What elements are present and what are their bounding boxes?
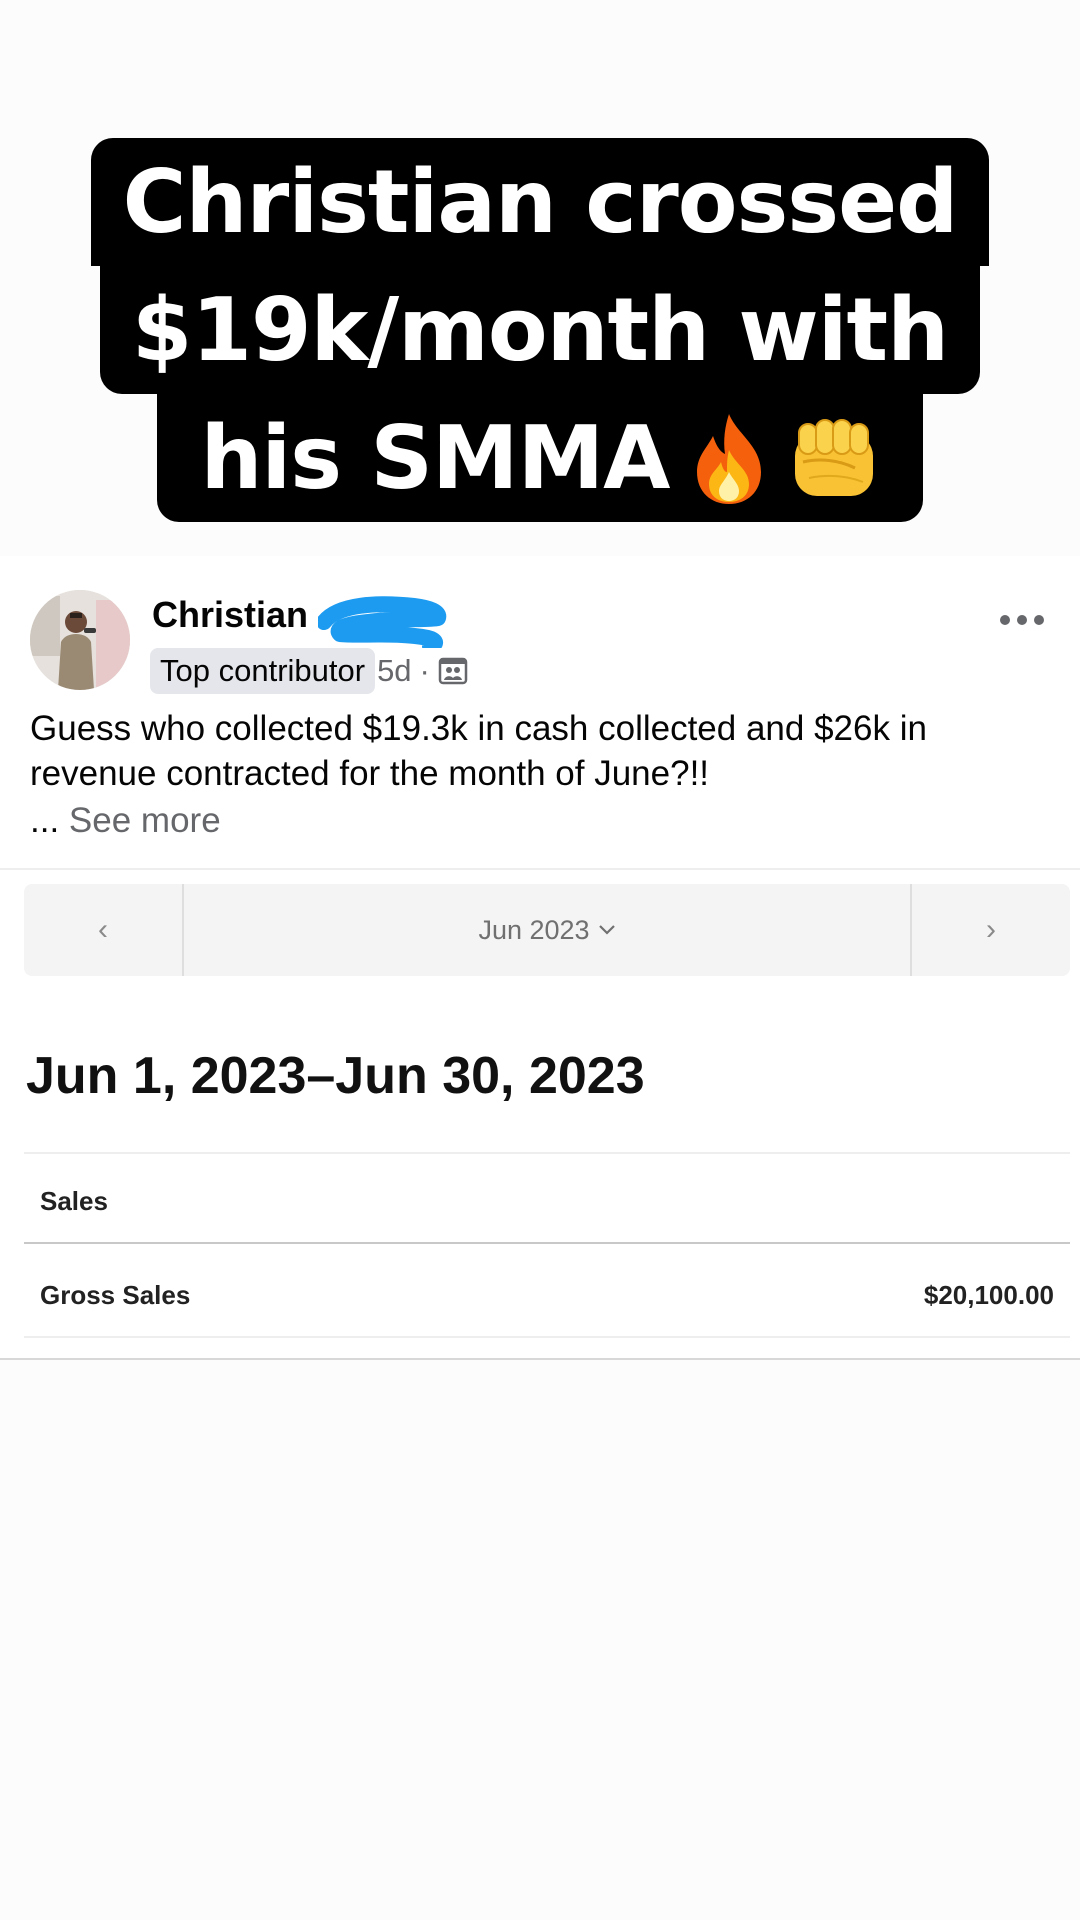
group-icon — [438, 656, 468, 686]
meta-separator: · — [419, 653, 430, 688]
date-range-title: Jun 1, 2023–Jun 30, 2023 — [26, 1047, 645, 1105]
top-contributor-badge[interactable]: Top contributor — [150, 648, 376, 694]
post-timestamp[interactable]: 5d — [377, 653, 411, 689]
month-label: Jun 2023 — [478, 914, 590, 945]
divider — [24, 1152, 1070, 1154]
dot — [1000, 615, 1010, 625]
divider — [24, 1242, 1070, 1244]
gross-sales-label: Gross Sales — [40, 1280, 191, 1310]
ellipsis: ... — [30, 801, 60, 840]
caption-line-1: Christian crossed — [90, 138, 990, 266]
gross-sales-value: $20,100.00 — [923, 1280, 1054, 1310]
see-more-row: ... See more — [30, 798, 221, 843]
dot — [1034, 615, 1044, 625]
chevron-left-icon: ‹ — [98, 913, 108, 946]
divider — [24, 1336, 1070, 1338]
post-card: Christian Top contributor 5d · Guess who… — [0, 556, 1080, 868]
next-month-button[interactable]: › — [910, 884, 1070, 976]
chevron-right-icon: › — [986, 913, 996, 946]
caption-text-3: his SMMA — [200, 407, 671, 509]
sales-section-label: Sales — [40, 1186, 108, 1216]
post-meta: Top contributor 5d · — [150, 648, 468, 694]
caption-text-2: $19k/month with — [131, 279, 949, 381]
sales-report-screenshot: ‹ Jun 2023 › Jun 1, 2023–Jun 30, 2023 Sa… — [0, 868, 1080, 1360]
caption-text-1: Christian crossed — [122, 151, 959, 253]
author-name[interactable]: Christian — [152, 594, 308, 636]
previous-month-button[interactable]: ‹ — [24, 884, 184, 976]
oncoming-fist-emoji-icon — [789, 412, 879, 504]
caption-line-3: his SMMA — [156, 394, 924, 522]
see-more-link[interactable]: See more — [69, 801, 221, 840]
chevron-down-icon — [598, 924, 616, 936]
month-dropdown[interactable]: Jun 2023 — [184, 884, 910, 976]
headline-caption: Christian crossed $19k/month with his SM… — [0, 138, 1080, 522]
month-navigator: ‹ Jun 2023 › — [24, 884, 1070, 976]
avatar[interactable] — [30, 590, 130, 690]
redaction-scribble — [316, 596, 448, 654]
dot — [1017, 615, 1027, 625]
more-horizontal-icon[interactable] — [1000, 610, 1044, 630]
post-text: Guess who collected $19.3k in cash colle… — [30, 709, 927, 793]
fire-emoji-icon — [687, 410, 771, 506]
caption-line-2: $19k/month with — [99, 266, 981, 394]
